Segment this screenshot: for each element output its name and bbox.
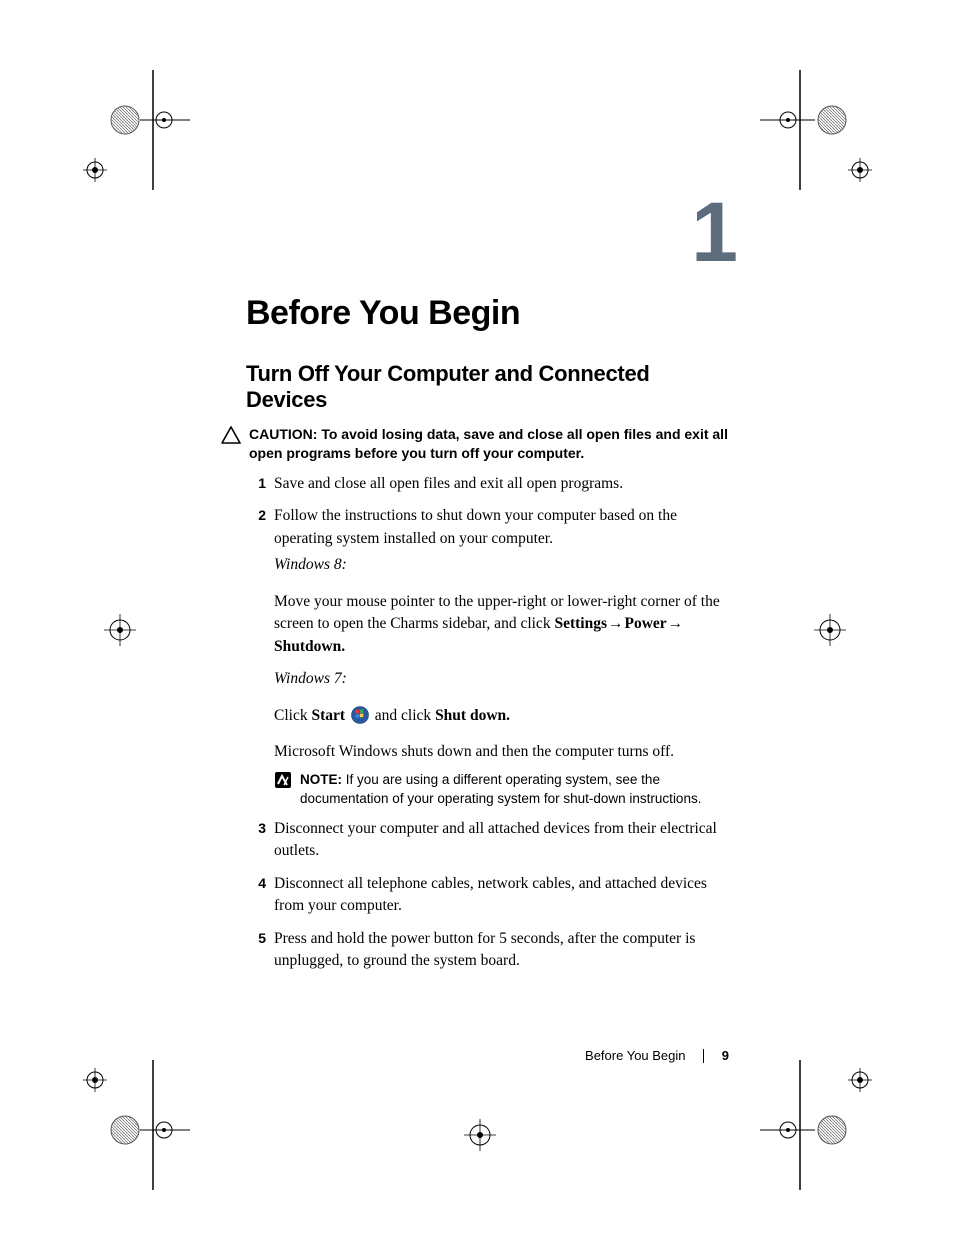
chapter-title: Before You Begin: [246, 294, 736, 333]
arrow-icon: →: [607, 613, 625, 635]
caution-icon: [221, 426, 243, 449]
windows-start-icon: [351, 706, 369, 724]
step-4: Disconnect all telephone cables, network…: [246, 873, 736, 918]
windows8-instruction: Move your mouse pointer to the upper-rig…: [274, 591, 736, 658]
step-list: Save and close all open files and exit a…: [246, 473, 736, 973]
page-footer: Before You Begin 9: [585, 1048, 729, 1063]
windows7-label: Windows 7:: [274, 668, 736, 690]
step-2: Follow the instructions to shut down you…: [246, 505, 736, 808]
step-5: Press and hold the power button for 5 se…: [246, 928, 736, 973]
arrow-icon: →: [667, 613, 685, 635]
section-title: Turn Off Your Computer and Connected Dev…: [246, 361, 736, 413]
crop-mark-top-left: [80, 70, 190, 190]
page-content: 1 Before You Begin Turn Off Your Compute…: [246, 190, 736, 983]
crop-mark-bottom-center: [440, 1095, 520, 1175]
page-number: 9: [722, 1048, 729, 1063]
chapter-number: 1: [246, 190, 736, 274]
crop-mark-bottom-right: [760, 1050, 880, 1190]
crop-mark-mid-right: [790, 590, 870, 670]
footer-section: Before You Begin: [585, 1048, 685, 1063]
windows7-instruction: Click Start and click Shut down.: [274, 705, 736, 727]
shutdown-result: Microsoft Windows shuts down and then th…: [274, 741, 736, 763]
footer-separator: [703, 1049, 704, 1063]
windows8-label: Windows 8:: [274, 554, 736, 576]
crop-mark-bottom-left: [80, 1050, 190, 1190]
crop-mark-mid-left: [80, 590, 160, 670]
crop-mark-top-right: [760, 70, 880, 190]
caution-callout: CAUTION: To avoid losing data, save and …: [221, 425, 736, 463]
caution-text: CAUTION: To avoid losing data, save and …: [249, 425, 736, 463]
note-callout: NOTE: If you are using a different opera…: [274, 771, 736, 807]
step-3: Disconnect your computer and all attache…: [246, 818, 736, 863]
step-1: Save and close all open files and exit a…: [246, 473, 736, 495]
note-text: NOTE: If you are using a different opera…: [300, 771, 736, 807]
note-icon: [274, 771, 294, 796]
